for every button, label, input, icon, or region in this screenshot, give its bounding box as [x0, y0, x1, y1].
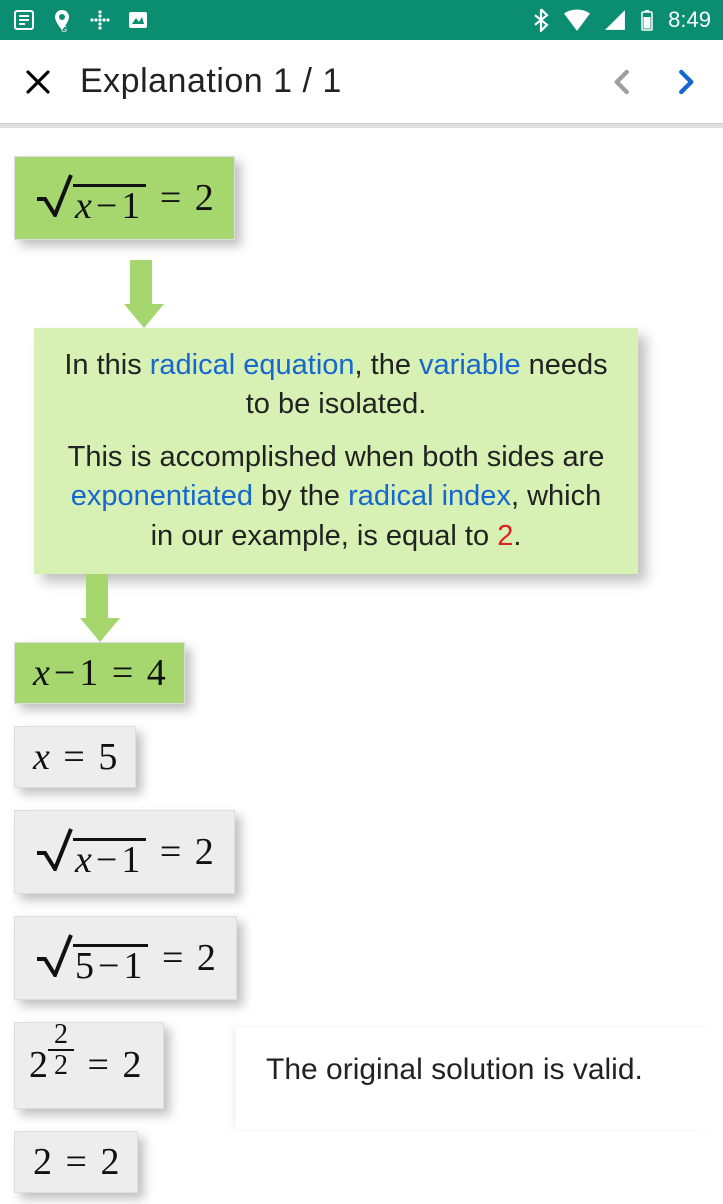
explanation-box[interactable]: In this radical equation, the variable n…	[34, 328, 638, 574]
link-radical-equation[interactable]: radical equation	[150, 349, 355, 381]
arrow-down-icon	[80, 574, 114, 642]
close-button[interactable]	[18, 62, 58, 102]
link-variable[interactable]: variable	[419, 349, 521, 381]
photo-notification-icon	[126, 8, 150, 32]
app-toolbar: Explanation 1 / 1	[0, 40, 723, 124]
solution-valid-text: The original solution is valid.	[266, 1053, 643, 1086]
cell-signal-icon	[604, 9, 626, 31]
status-left-icons: G	[12, 8, 150, 32]
page-title: Explanation 1 / 1	[80, 62, 581, 101]
android-status-bar: G 8:49	[0, 0, 723, 40]
plus-grid-icon	[88, 8, 112, 32]
notification-list-icon	[12, 8, 36, 32]
battery-icon	[640, 9, 654, 31]
maps-notification-icon: G	[50, 8, 74, 32]
equation-step-6[interactable]: 222 = 2	[14, 1022, 164, 1109]
solution-valid-box[interactable]: The original solution is valid.	[236, 1028, 710, 1129]
sqrt-icon	[35, 823, 75, 881]
red-value: 2	[497, 520, 513, 552]
link-exponentiated[interactable]: exponentiated	[71, 480, 253, 512]
status-time: 8:49	[668, 7, 711, 33]
prev-button[interactable]	[603, 62, 643, 102]
equation-step-2[interactable]: x−1 = 4	[14, 642, 185, 704]
equation-step-1[interactable]: x−1 = 2	[14, 156, 235, 240]
svg-text:G: G	[61, 25, 67, 32]
equation-step-3[interactable]: x = 5	[14, 726, 136, 788]
bluetooth-icon	[532, 8, 550, 32]
wifi-icon	[564, 9, 590, 31]
link-radical-index[interactable]: radical index	[348, 480, 511, 512]
next-button[interactable]	[665, 62, 705, 102]
explanation-content: x−1 = 2 In this radical equation, the va…	[0, 128, 723, 1204]
equation-step-7[interactable]: 2 = 2	[14, 1131, 138, 1193]
sqrt-icon	[35, 169, 75, 227]
equation-step-4[interactable]: x−1 = 2	[14, 810, 235, 894]
sqrt-icon	[35, 929, 75, 987]
equation-step-5[interactable]: 5−1 = 2	[14, 916, 237, 1000]
arrow-down-icon	[124, 260, 158, 328]
status-right-icons: 8:49	[532, 7, 711, 33]
variable-x: x	[75, 185, 92, 227]
